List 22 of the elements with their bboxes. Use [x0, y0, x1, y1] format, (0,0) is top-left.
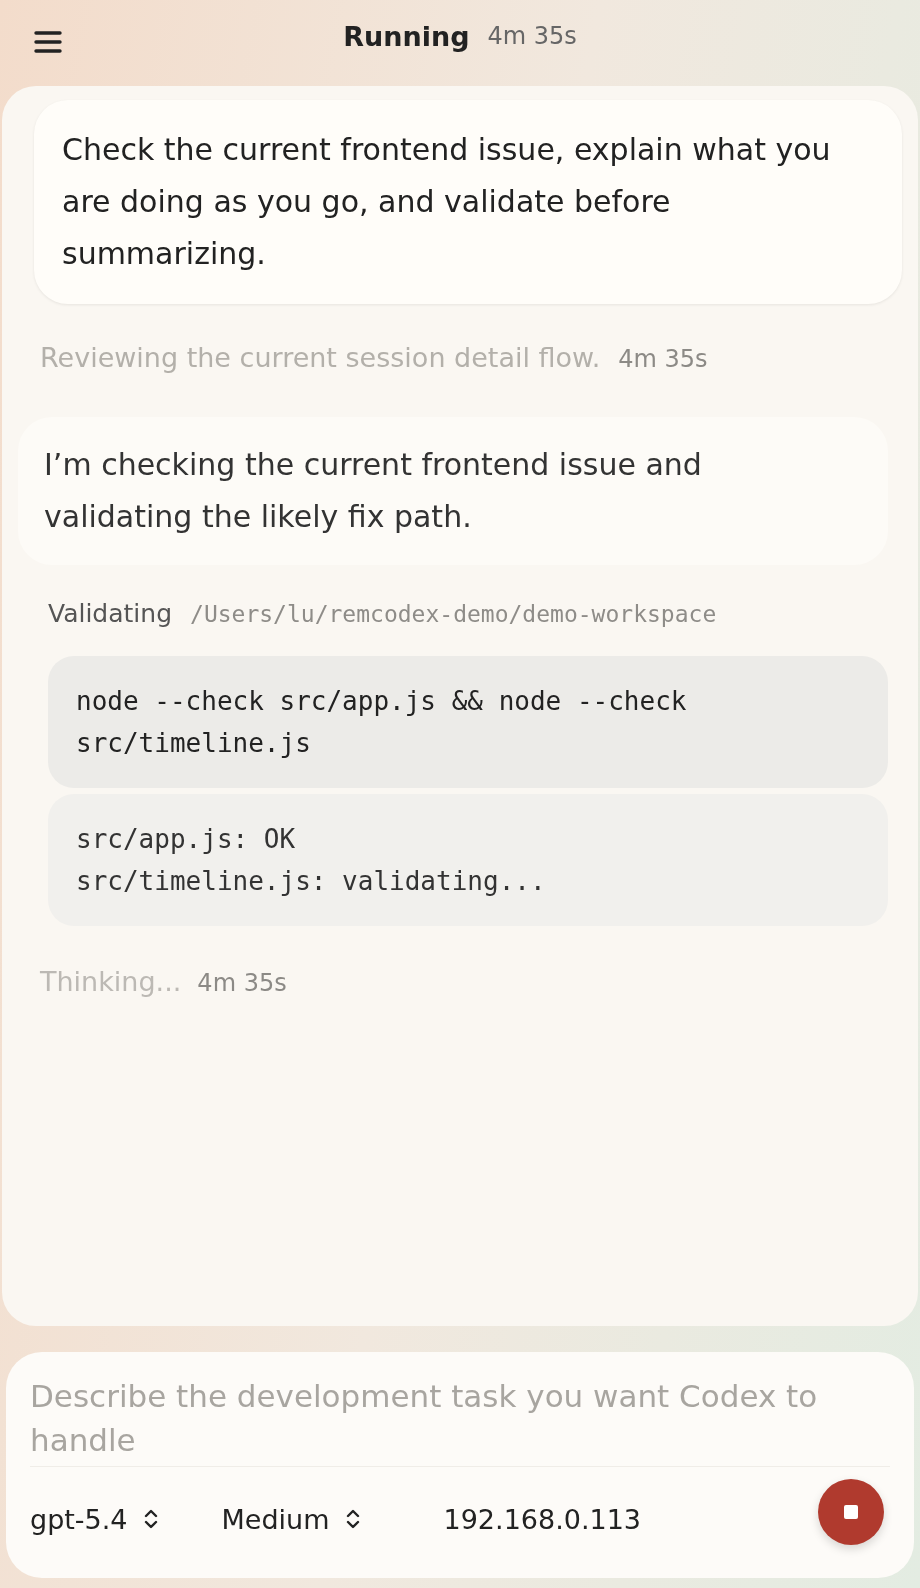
- command-block: node --check src/app.js && node --check src/timeline.js: [48, 656, 888, 788]
- effort-selector[interactable]: Medium: [221, 1503, 360, 1535]
- elapsed-time: 4m 35s: [487, 22, 577, 50]
- user-message: Check the current frontend issue, explain what you are doing as you go, and validate before summarizing.: [34, 100, 902, 304]
- composer-field[interactable]: Describe the development task you want Codex to handle gpt-5.4 Medium 192.168.0.113: [6, 1352, 914, 1578]
- chevron-updown-icon: [143, 1507, 158, 1531]
- model-selector[interactable]: gpt-5.4: [30, 1503, 158, 1535]
- status-text: Reviewing the current session detail flow.: [40, 342, 601, 373]
- status-title: Running: [343, 20, 470, 52]
- menu-icon: [34, 30, 62, 54]
- chevron-updown-icon: [345, 1507, 360, 1531]
- workspace-path: /Users/lu/remcodex-demo/demo-workspace: [190, 601, 717, 627]
- output-line: src/app.js: OK: [76, 823, 297, 856]
- host-address: 192.168.0.113: [443, 1503, 642, 1535]
- assistant-message: I’m checking the current frontend issue and validating the likely fix path.: [18, 417, 888, 565]
- command-label: Validating: [48, 599, 173, 628]
- stop-icon: [844, 1505, 858, 1519]
- elapsed-time: 4m 35s: [197, 969, 287, 997]
- stop-button[interactable]: [818, 1479, 884, 1545]
- thinking-text: Thinking...: [40, 966, 182, 997]
- output-line: src/timeline.js: validating...: [76, 865, 547, 898]
- elapsed-time: 4m 35s: [618, 345, 708, 373]
